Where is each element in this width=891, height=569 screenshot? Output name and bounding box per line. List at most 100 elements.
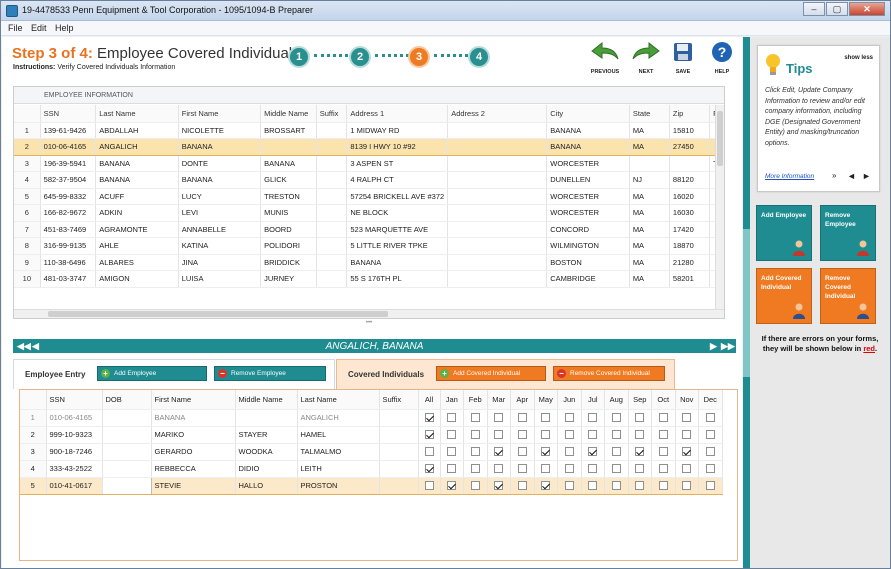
aug-checkbox[interactable] — [611, 447, 621, 457]
city-cell[interactable]: CAMBRIDGE — [546, 270, 630, 288]
state-cell[interactable]: MA — [629, 221, 670, 238]
may-checkbox[interactable] — [541, 430, 551, 440]
may-checkbox[interactable] — [541, 413, 551, 423]
last-name-cell[interactable]: BANANA — [95, 155, 179, 172]
side-remove-covered-button[interactable]: Remove Covered Individual — [820, 268, 876, 324]
state-cell[interactable] — [629, 155, 670, 172]
sep-checkbox[interactable] — [635, 464, 645, 474]
dob-cell[interactable] — [102, 443, 152, 461]
side-add-covered-button[interactable]: Add Covered Individual — [756, 268, 812, 324]
address-1-cell[interactable]: 1 MIDWAY RD — [346, 122, 449, 139]
address-1-cell[interactable]: 8139 I HWY 10 #92 — [346, 138, 449, 156]
sidebar-collapse-strip[interactable] — [743, 37, 750, 568]
state-cell[interactable]: MA — [629, 254, 670, 271]
first-name-cell[interactable]: BANANA — [178, 171, 262, 189]
table-row[interactable]: 7 451-83-7469 AGRAMONTE ANNABELLE BOORD 523 M… — [14, 221, 724, 238]
mar-checkbox[interactable] — [494, 447, 504, 457]
address-2-cell[interactable] — [447, 188, 548, 205]
suffix-cell[interactable] — [379, 443, 419, 461]
minimize-button[interactable]: – — [803, 2, 825, 16]
zip-cell[interactable]: 21280 — [669, 254, 711, 271]
table-row[interactable]: 5 645-99-8332 ACUFF LUCY TRESTON 57254 BRICKE… — [14, 188, 724, 205]
first-name-cell[interactable]: JINA — [178, 254, 262, 271]
table-row[interactable]: 2 999-10-9323 MARIKO STAYER HAMEL — [20, 426, 723, 444]
state-cell[interactable]: NJ — [629, 171, 670, 189]
apr-checkbox[interactable] — [517, 413, 527, 423]
jan-checkbox[interactable] — [447, 464, 457, 474]
pane-splitter[interactable]: ••• — [13, 320, 725, 327]
last-record-icon[interactable]: ▶▶ — [721, 341, 735, 352]
ssn-cell[interactable]: 333-43-2522 — [46, 460, 103, 478]
table-row[interactable]: 3 196-39-5941 BANANA DONTE BANANA 3 ASPEN ST W… — [14, 155, 724, 172]
apr-checkbox[interactable] — [517, 481, 527, 491]
first-name-cell[interactable]: NICOLETTE — [178, 122, 262, 139]
zip-cell[interactable]: 18870 — [669, 237, 711, 255]
ssn-cell[interactable]: 110-38-6496 — [40, 254, 97, 271]
table-row[interactable]: 8 316-99-9135 AHLE KATINA POLIDORI 5 LITTLE R… — [14, 237, 724, 255]
middle-name-cell[interactable]: BROSSART — [260, 122, 317, 139]
suffix-cell[interactable] — [316, 204, 348, 222]
aug-checkbox[interactable] — [611, 413, 621, 423]
feb-checkbox[interactable] — [470, 413, 480, 423]
last-name-cell[interactable]: AMIGON — [95, 270, 179, 288]
first-name-cell[interactable]: STEVIE — [151, 476, 236, 495]
first-name-cell[interactable]: BANANA — [178, 138, 262, 156]
col-feb[interactable]: Feb — [463, 390, 488, 410]
col-suffix[interactable]: Suffix — [379, 390, 419, 410]
dec-checkbox[interactable] — [705, 413, 715, 423]
table-row[interactable]: 10 481-03-3747 AMIGON LUISA JURNEY 55 S 176TH… — [14, 270, 724, 288]
more-information-link[interactable]: More Information — [765, 173, 814, 180]
zip-cell[interactable]: 15810 — [669, 122, 711, 139]
address-2-cell[interactable] — [447, 221, 548, 238]
col-mar[interactable]: Mar — [487, 390, 511, 410]
col-middle-name[interactable]: Middle Name — [235, 390, 298, 410]
col-address-2[interactable]: Address 2 — [447, 105, 548, 123]
first-name-cell[interactable]: REBBECCA — [151, 460, 236, 478]
last-name-cell[interactable]: ANGALICH — [95, 138, 179, 156]
scroll-thumb[interactable] — [48, 311, 388, 317]
col-oct[interactable]: Oct — [651, 390, 676, 410]
nov-checkbox[interactable] — [682, 430, 692, 440]
city-cell[interactable]: DUNELLEN — [546, 171, 630, 189]
nov-checkbox[interactable] — [682, 481, 692, 491]
jul-checkbox[interactable] — [588, 413, 598, 423]
side-remove-employee-button[interactable]: Remove Employee — [820, 205, 876, 261]
step-3[interactable]: 3 — [408, 46, 430, 68]
step-4[interactable]: 4 — [468, 46, 490, 68]
first-name-cell[interactable]: LEVI — [178, 204, 262, 222]
middle-name-cell[interactable] — [260, 138, 317, 156]
jun-checkbox[interactable] — [564, 464, 574, 474]
state-cell[interactable]: MA — [629, 270, 670, 288]
all-checkbox[interactable] — [424, 447, 434, 457]
col-aug[interactable]: Aug — [604, 390, 629, 410]
address-2-cell[interactable] — [447, 171, 548, 189]
zip-cell[interactable] — [669, 155, 711, 172]
sep-checkbox[interactable] — [635, 447, 645, 457]
ssn-cell[interactable]: 010-06-4165 — [40, 138, 97, 156]
suffix-cell[interactable] — [316, 138, 348, 156]
suffix-cell[interactable] — [316, 171, 348, 189]
jan-checkbox[interactable] — [447, 413, 457, 423]
col-sep[interactable]: Sep — [628, 390, 652, 410]
address-2-cell[interactable] — [447, 155, 548, 172]
dec-checkbox[interactable] — [705, 481, 715, 491]
suffix-cell[interactable] — [316, 122, 348, 139]
col-apr[interactable]: Apr — [510, 390, 535, 410]
dec-checkbox[interactable] — [705, 430, 715, 440]
dec-checkbox[interactable] — [705, 464, 715, 474]
col-nov[interactable]: Nov — [675, 390, 699, 410]
may-checkbox[interactable] — [541, 481, 551, 491]
ssn-cell[interactable]: 900-18-7246 — [46, 443, 103, 461]
ssn-cell[interactable]: 999-10-9323 — [46, 426, 103, 444]
col-jul[interactable]: Jul — [581, 390, 605, 410]
address-2-cell[interactable] — [447, 138, 548, 156]
nov-checkbox[interactable] — [682, 464, 692, 474]
middle-name-cell[interactable]: HALLO — [235, 476, 298, 495]
all-checkbox[interactable] — [424, 481, 434, 491]
city-cell[interactable]: WORCESTER — [546, 155, 630, 172]
city-cell[interactable]: BOSTON — [546, 254, 630, 271]
step-1[interactable]: 1 — [288, 46, 310, 68]
add-employee-button[interactable]: + Add Employee — [97, 366, 207, 381]
col-first-name[interactable]: First Name — [151, 390, 236, 410]
close-button[interactable]: ✕ — [849, 2, 885, 16]
